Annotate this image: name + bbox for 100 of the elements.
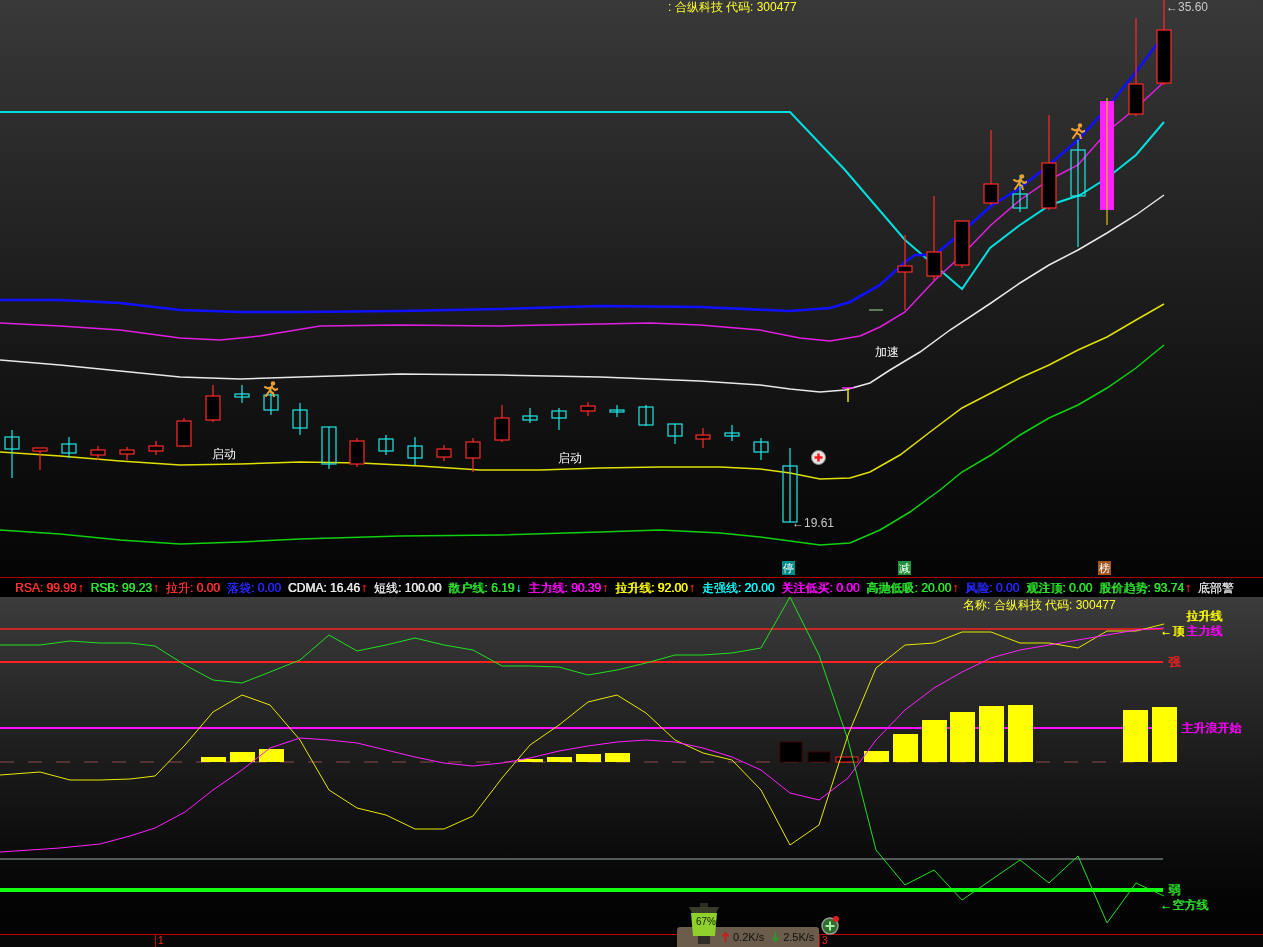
trend-arrow: ↓: [515, 580, 522, 595]
candlestick: [4, 429, 20, 479]
candlestick: [407, 436, 423, 466]
indicator-value: 风险: 0.00: [965, 580, 1020, 595]
indicator-value: RSA: 99.99: [15, 580, 77, 595]
candlestick: [753, 437, 769, 461]
signal-label: 启动: [212, 447, 236, 461]
histogram-bar: [893, 734, 918, 762]
high-price-label: ←35.60: [1166, 0, 1209, 14]
line-label: 拉升线: [1186, 609, 1222, 623]
line-label: ←空方线: [1160, 898, 1208, 912]
candlestick: [292, 402, 308, 436]
indicator-value: 观注顶: 0.00: [1026, 580, 1093, 595]
candlestick: [841, 387, 855, 403]
candlestick: [551, 407, 567, 431]
signal-badge: 减: [898, 561, 911, 575]
lantern-percent: 67%: [696, 916, 716, 928]
candlestick: [176, 417, 192, 448]
candlestick: [724, 424, 740, 442]
line-label: 主升浪开始: [1181, 721, 1241, 735]
candlestick: [609, 404, 625, 418]
indicator-value: 短线: 100.00: [373, 580, 442, 595]
histogram-bar: [230, 752, 255, 762]
trend-arrow: ↑: [77, 580, 84, 595]
candlestick: [148, 440, 164, 456]
candlestick: [205, 384, 221, 423]
histogram-bar: [1152, 707, 1177, 762]
download-speed: 2.5K/s: [783, 930, 815, 944]
candlestick: [378, 434, 394, 456]
histogram-bar: [1008, 705, 1033, 762]
trend-arrow: ↑: [688, 580, 695, 595]
indicator-value: CDMA: 16.46: [287, 580, 360, 595]
candlestick: [263, 389, 279, 416]
runner-icon: [264, 381, 278, 397]
candlestick: [234, 384, 250, 404]
histogram-bar: [547, 757, 572, 762]
trend-arrow: ↑: [601, 580, 608, 595]
candlestick: [32, 447, 48, 471]
medical-cross-icon: [811, 450, 826, 465]
histogram-bar: [950, 712, 975, 762]
upload-speed: 0.2K/s: [733, 930, 765, 944]
histogram-bar: [576, 754, 601, 762]
candlestick: [522, 407, 538, 424]
histogram-bar: [779, 741, 803, 763]
candlestick: [90, 445, 106, 461]
signal-badge: 榜: [1098, 561, 1111, 575]
indicator-value: 关注低买: 0.00: [781, 580, 860, 595]
low-price-label: ←19.61: [792, 516, 835, 530]
histogram-bar: [922, 720, 947, 762]
stock-title: : 合纵科技 代码: 300477: [668, 0, 797, 14]
candlestick: [61, 436, 77, 459]
candlestick: [465, 437, 481, 473]
signal-badge: 停: [782, 561, 795, 575]
line-label: 弱: [1168, 883, 1180, 897]
trend-arrow: ↑: [152, 580, 159, 595]
candlestick: [695, 427, 711, 449]
indicator-value: 散户线: 6.19: [448, 580, 515, 595]
candlestick: [494, 404, 510, 443]
candlestick: [321, 426, 337, 470]
stock-title: 名称: 合纵科技 代码: 300477: [963, 598, 1116, 612]
axis-label: 1: [155, 935, 164, 947]
histogram-bar: [201, 757, 226, 762]
histogram-bar: [259, 749, 284, 762]
indicator-value: 股价趋势: 93.74: [1099, 580, 1184, 595]
trend-arrow: ↑: [1184, 580, 1191, 595]
arrow-up-icon: [722, 932, 729, 942]
indicator-value: 高抛低吸: 20.00: [866, 580, 952, 595]
candlestick: [868, 309, 884, 311]
trend-arrow: ↑: [360, 580, 367, 595]
runner-icon: [1071, 123, 1085, 139]
arrow-down-icon: [772, 932, 780, 942]
indicator-value: RSB: 99.23: [90, 580, 152, 595]
indicator-value: 主力线: 90.39: [528, 580, 601, 595]
histogram-bar: [1123, 710, 1148, 762]
indicator-value: 拉升线: 92.00: [614, 580, 688, 595]
candlestick: [638, 404, 654, 427]
candlestick: [1012, 174, 1028, 213]
histogram-bar: [518, 759, 543, 762]
candlestick: [667, 423, 683, 445]
signal-label: 加速: [875, 345, 899, 359]
indicator-value: 底部警: [1197, 580, 1234, 595]
histogram-bar: [864, 751, 889, 762]
signal-label: 启动: [558, 451, 582, 465]
histogram-bar: [979, 706, 1004, 762]
line-label: 强: [1168, 655, 1180, 669]
add-icon[interactable]: [820, 915, 840, 935]
runner-icon: [1013, 174, 1027, 190]
histogram-bar: [807, 751, 831, 763]
candlestick: [580, 401, 596, 417]
histogram-bar: [605, 753, 630, 762]
histogram-bar: [835, 756, 859, 763]
candlestick: [954, 220, 970, 269]
line-label: ←顶: [1160, 624, 1184, 638]
indicator-value: 走强线: 20.00: [701, 580, 775, 595]
trend-arrow: ↑: [952, 580, 959, 595]
indicator-value: 拉升: 0.00: [165, 580, 220, 595]
candlestick: [349, 437, 365, 468]
candlestick: [436, 444, 452, 462]
lantern-icon: [686, 903, 722, 945]
line-label: 主力线: [1186, 624, 1222, 638]
